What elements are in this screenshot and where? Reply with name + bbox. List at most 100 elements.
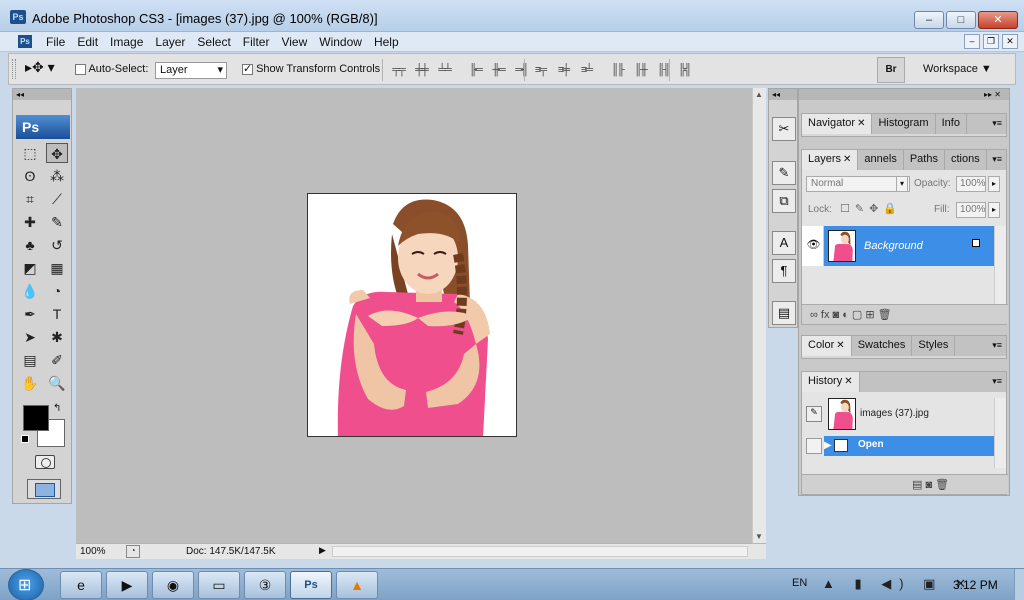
menu-select[interactable]: Select bbox=[191, 35, 236, 49]
pen-tool-icon[interactable]: ✒ bbox=[19, 304, 41, 324]
bridge-button[interactable]: Br bbox=[877, 57, 905, 83]
tab-actions[interactable]: ctions bbox=[945, 150, 987, 170]
brushes-icon[interactable]: ✎ bbox=[772, 161, 796, 185]
show-transform-option[interactable]: Show Transform Controls bbox=[242, 62, 380, 75]
tool-presets-icon[interactable]: ✂ bbox=[772, 117, 796, 141]
menu-help[interactable]: Help bbox=[368, 35, 405, 49]
history-footer[interactable]: ▤ ◙ 🗑 bbox=[802, 474, 1008, 494]
photoshop-icon[interactable]: Ps bbox=[290, 571, 332, 599]
close-button[interactable]: ✕ bbox=[978, 11, 1018, 29]
distribute-left-icon[interactable]: ║╟ bbox=[608, 61, 626, 79]
zoom-level[interactable]: 100% bbox=[80, 546, 106, 557]
layer-row[interactable]: 👁 Background bbox=[802, 226, 996, 266]
quick-mask-icon[interactable] bbox=[35, 455, 55, 469]
healing-brush-tool-icon[interactable]: ✚ bbox=[19, 212, 41, 232]
auto-select-dropdown[interactable]: Layer bbox=[155, 62, 227, 79]
tab-navigator[interactable]: Navigator ✕ bbox=[802, 114, 873, 134]
move-tool-icon[interactable]: ✥ bbox=[46, 143, 68, 163]
lasso-tool-icon[interactable]: ʘ bbox=[19, 166, 41, 186]
tab-channels[interactable]: annels bbox=[858, 150, 904, 170]
layers-footer[interactable]: ∞ fx ◙ ◐ ▢ ⊞ 🗑 bbox=[802, 304, 1008, 324]
auto-align-layers-icon[interactable]: ╠╣ bbox=[675, 61, 693, 79]
panel-menu-icon[interactable]: ▾≡ bbox=[992, 340, 1002, 351]
history-scrollbar[interactable] bbox=[994, 398, 1006, 468]
align-vcenter-icon[interactable]: ╪╪ bbox=[412, 61, 430, 79]
menu-layer[interactable]: Layer bbox=[149, 35, 191, 49]
gradient-tool-icon[interactable]: ▦ bbox=[46, 258, 68, 278]
distribute-bottom-icon[interactable]: ≡╧ bbox=[577, 61, 595, 79]
icon-dock-collapse[interactable]: ◂◂ bbox=[769, 89, 797, 100]
tab-close-icon[interactable]: ✕ bbox=[844, 376, 852, 387]
document-icon[interactable]: Ps bbox=[18, 35, 32, 48]
clone-stamp-tool-icon[interactable]: ♣ bbox=[19, 235, 41, 255]
scroll-down-icon[interactable]: ▼ bbox=[755, 532, 763, 541]
menu-image[interactable]: Image bbox=[104, 35, 149, 49]
tab-swatches[interactable]: Swatches bbox=[852, 336, 913, 356]
document-canvas[interactable] bbox=[76, 88, 752, 543]
magic-wand-tool-icon[interactable]: ⁂ bbox=[46, 166, 68, 186]
internet-explorer-icon[interactable]: e bbox=[60, 571, 102, 599]
dodge-tool-icon[interactable]: ◔ bbox=[46, 281, 68, 301]
start-button[interactable] bbox=[8, 569, 44, 600]
canvas-horizontal-scrollbar[interactable] bbox=[332, 546, 748, 557]
notes-tool-icon[interactable]: ▤ bbox=[19, 350, 41, 370]
marquee-tool-icon[interactable]: ⬚ bbox=[19, 143, 41, 163]
align-left-icon[interactable]: ╟═ bbox=[466, 61, 484, 79]
document-image[interactable] bbox=[307, 193, 517, 437]
auto-select-option[interactable]: Auto-Select: bbox=[75, 63, 148, 75]
tab-styles[interactable]: Styles bbox=[912, 336, 956, 356]
menu-view[interactable]: View bbox=[275, 35, 313, 49]
fill-arrow-icon[interactable]: ▸ bbox=[988, 202, 1000, 218]
media-player-icon[interactable]: ▶ bbox=[106, 571, 148, 599]
foreground-color-swatch[interactable] bbox=[23, 405, 49, 431]
layers-scrollbar[interactable] bbox=[994, 226, 1006, 310]
slice-tool-icon[interactable]: ⟋ bbox=[46, 189, 68, 209]
panel-menu-icon[interactable]: ▾≡ bbox=[992, 118, 1002, 129]
options-bar-grip[interactable] bbox=[12, 59, 16, 79]
align-hcenter-icon[interactable]: ╫═ bbox=[489, 61, 507, 79]
tool-preset-picker[interactable]: ▸✥ ▾ bbox=[25, 59, 65, 79]
align-bottom-icon[interactable]: ╧╧ bbox=[435, 61, 453, 79]
align-right-icon[interactable]: ═╢ bbox=[512, 61, 530, 79]
opacity-input[interactable]: 100% bbox=[956, 176, 986, 192]
default-colors-icon[interactable] bbox=[21, 435, 29, 443]
layer-background[interactable]: Background bbox=[824, 226, 996, 266]
history-step-row[interactable]: ▶ Open bbox=[802, 436, 996, 456]
file-explorer-icon[interactable]: ▭ bbox=[198, 571, 240, 599]
status-arrow-icon[interactable]: ▶ bbox=[319, 545, 326, 556]
hand-tool-icon[interactable]: ✋ bbox=[19, 373, 41, 393]
menu-window[interactable]: Window bbox=[313, 35, 368, 49]
clone-source-icon[interactable]: ⧉ bbox=[772, 189, 796, 213]
blend-mode-arrow-icon[interactable]: ▾ bbox=[896, 176, 908, 192]
show-desktop-button[interactable] bbox=[1014, 569, 1024, 600]
distribute-top-icon[interactable]: ≡╤ bbox=[531, 61, 549, 79]
panel-dock-header[interactable]: ▸▸ ✕ bbox=[799, 89, 1009, 100]
tray-icons[interactable]: ▲ ▮ ◀) ▣ ✕ bbox=[822, 576, 974, 592]
character-icon[interactable]: A bbox=[772, 231, 796, 255]
tab-close-icon[interactable]: ✕ bbox=[857, 118, 865, 129]
distribute-vcenter-icon[interactable]: ≡╪ bbox=[554, 61, 572, 79]
scroll-up-icon[interactable]: ▲ bbox=[755, 90, 763, 99]
history-brush-tool-icon[interactable]: ↺ bbox=[46, 235, 68, 255]
tab-close-icon[interactable]: ✕ bbox=[843, 154, 851, 165]
clock[interactable]: 3:12 PM bbox=[953, 578, 998, 592]
swap-colors-icon[interactable]: ↰ bbox=[53, 403, 61, 414]
panel-menu-icon[interactable]: ▾≡ bbox=[992, 154, 1002, 165]
lock-icons[interactable]: ☐✎✥🔒 bbox=[840, 202, 902, 215]
layer-comps-icon[interactable]: ▤ bbox=[772, 301, 796, 325]
history-step-open[interactable]: ▶ Open bbox=[824, 436, 996, 456]
brush-tool-icon[interactable]: ✎ bbox=[46, 212, 68, 232]
screen-mode-icon[interactable] bbox=[27, 479, 61, 499]
tab-info[interactable]: Info bbox=[936, 114, 967, 134]
vlc-icon[interactable]: ▲ bbox=[336, 571, 378, 599]
tools-collapse[interactable]: ◂◂ bbox=[13, 89, 71, 100]
paragraph-icon[interactable]: ¶ bbox=[772, 259, 796, 283]
eyedropper-tool-icon[interactable]: ✐ bbox=[46, 350, 68, 370]
doc-restore-button[interactable]: ❐ bbox=[983, 34, 999, 49]
minimize-button[interactable]: – bbox=[914, 11, 944, 29]
tab-close-icon[interactable]: ✕ bbox=[836, 340, 844, 351]
history-brush-source-icon[interactable]: ✎ bbox=[806, 406, 822, 422]
doc-close-button[interactable]: ✕ bbox=[1002, 34, 1018, 49]
path-selection-tool-icon[interactable]: ➤ bbox=[19, 327, 41, 347]
panel-menu-icon[interactable]: ▾≡ bbox=[992, 376, 1002, 387]
